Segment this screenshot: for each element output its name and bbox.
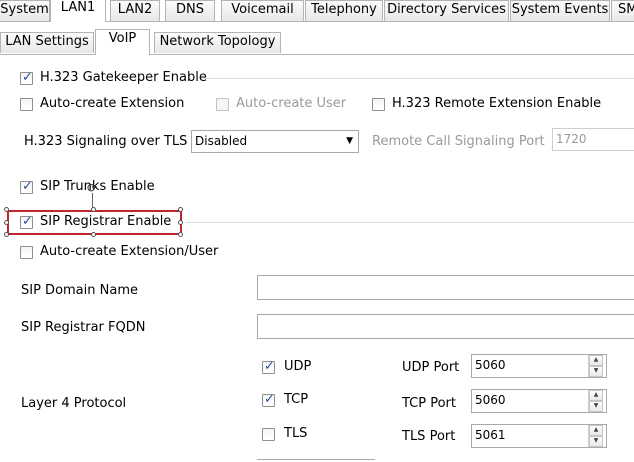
resize-handle[interactable]	[91, 232, 96, 237]
sip-registrar-checkbox[interactable]: ✓	[20, 214, 33, 229]
spin-down-icon[interactable]: ▼	[589, 366, 603, 377]
resize-handle[interactable]	[4, 232, 9, 237]
sip-domain-name-input[interactable]	[257, 275, 634, 300]
tls-port-value: 5061	[475, 428, 506, 442]
tls-port-spinner[interactable]: ▲ ▼	[588, 425, 603, 447]
tab-strip-border	[106, 21, 634, 22]
h323-remote-extension-checkbox[interactable]	[372, 98, 385, 111]
tcp-label: TCP	[284, 392, 309, 407]
check-icon: ✓	[22, 179, 33, 194]
spin-up-icon[interactable]: ▲	[589, 355, 603, 366]
sip-registrar-fqdn-input[interactable]	[257, 314, 634, 339]
tab-lan1[interactable]: LAN1	[50, 0, 106, 22]
tab-label: LAN1	[60, 0, 96, 15]
sip-domain-name-label: SIP Domain Name	[21, 283, 138, 298]
tab-label: System Events	[511, 2, 609, 17]
remote-call-signaling-port-label: Remote Call Signaling Port	[372, 134, 545, 149]
tab-voicemail[interactable]: Voicemail	[221, 0, 304, 21]
tab-sm[interactable]: SM	[611, 0, 634, 21]
tab-label: Telephony	[311, 2, 377, 17]
sub-tab-border	[0, 54, 95, 55]
udp-port-value: 5060	[475, 358, 506, 372]
tab-system-events[interactable]: System Events	[510, 0, 610, 21]
tls-port-label: TLS Port	[402, 429, 456, 444]
tab-lan2[interactable]: LAN2	[110, 0, 160, 21]
tcp-port-label: TCP Port	[402, 396, 456, 411]
spin-up-icon[interactable]: ▲	[589, 390, 603, 401]
tcp-checkbox[interactable]: ✓	[262, 392, 275, 407]
tcp-port-spinner[interactable]: ▲ ▼	[588, 390, 603, 412]
tab-label: DNS	[176, 2, 204, 17]
auto-create-extension-user-checkbox[interactable]	[20, 246, 33, 259]
udp-port-spinner[interactable]: ▲ ▼	[588, 355, 603, 377]
tab-label: System	[0, 2, 49, 17]
h323-gatekeeper-label: H.323 Gatekeeper Enable	[40, 70, 207, 85]
check-icon: ✓	[264, 359, 275, 374]
sip-trunks-label: SIP Trunks Enable	[40, 179, 155, 194]
tab-network-topology[interactable]: Network Topology	[154, 32, 281, 53]
tls-label: TLS	[284, 426, 308, 441]
auto-create-extension-checkbox[interactable]	[20, 98, 33, 111]
check-icon: ✓	[22, 70, 33, 85]
partial-field-edge	[257, 459, 375, 460]
sip-trunks-checkbox[interactable]: ✓	[20, 179, 33, 194]
layer4-protocol-label: Layer 4 Protocol	[21, 396, 127, 411]
tls-checkbox[interactable]	[262, 428, 275, 441]
auto-create-user-label: Auto-create User	[236, 96, 347, 111]
resize-handle[interactable]	[4, 207, 9, 212]
tab-system[interactable]: System	[0, 0, 50, 21]
udp-port-label: UDP Port	[402, 360, 460, 375]
tcp-port-input[interactable]: 5060	[471, 389, 607, 413]
auto-create-extension-label: Auto-create Extension	[40, 96, 185, 111]
tab-label: VoIP	[108, 31, 137, 46]
resize-handle[interactable]	[178, 232, 183, 237]
tab-directory-services[interactable]: Directory Services	[384, 0, 509, 21]
udp-port-input[interactable]: 5060	[471, 354, 607, 378]
tab-label: Directory Services	[387, 2, 506, 17]
tab-label: LAN Settings	[5, 34, 89, 49]
sip-registrar-fqdn-label: SIP Registrar FQDN	[21, 320, 146, 335]
h323-group-line	[200, 78, 634, 79]
h323-tls-select[interactable]: Disabled ▼	[191, 130, 359, 153]
caret-down-icon: ▼	[346, 136, 353, 146]
tab-telephony[interactable]: Telephony	[305, 0, 383, 21]
check-icon: ✓	[22, 214, 33, 229]
tab-dns[interactable]: DNS	[165, 0, 215, 21]
tab-voip[interactable]: VoIP	[95, 29, 150, 55]
resize-handle[interactable]	[178, 220, 183, 225]
h323-gatekeeper-checkbox[interactable]: ✓	[20, 70, 33, 85]
udp-label: UDP	[284, 359, 312, 374]
tab-label: LAN2	[117, 2, 153, 17]
h323-remote-extension-label: H.323 Remote Extension Enable	[392, 96, 602, 111]
resize-handle[interactable]	[91, 207, 96, 212]
sip-registrar-label: SIP Registrar Enable	[40, 214, 172, 229]
tls-port-input[interactable]: 5061	[471, 424, 607, 448]
spin-down-icon[interactable]: ▼	[589, 436, 603, 447]
udp-checkbox[interactable]: ✓	[262, 359, 275, 374]
tab-strip-border	[0, 21, 50, 22]
spin-down-icon[interactable]: ▼	[589, 401, 603, 412]
check-icon: ✓	[264, 392, 275, 407]
spin-up-icon[interactable]: ▲	[589, 425, 603, 436]
h323-tls-select-value: Disabled	[195, 134, 248, 148]
sub-tab-border	[150, 54, 634, 55]
tcp-port-value: 5060	[475, 393, 506, 407]
resize-handle[interactable]	[178, 207, 183, 212]
tab-label: SM	[618, 2, 634, 17]
sip-registrar-group-line	[186, 222, 634, 223]
auto-create-extension-user-label: Auto-create Extension/User	[40, 244, 219, 259]
tab-label: Voicemail	[231, 2, 294, 17]
auto-create-user-checkbox[interactable]	[216, 98, 229, 111]
tab-lan-settings[interactable]: LAN Settings	[0, 32, 94, 53]
resize-handle[interactable]	[4, 220, 9, 225]
remote-call-signaling-port-input[interactable]: 1720	[552, 128, 634, 151]
h323-tls-label: H.323 Signaling over TLS	[24, 134, 188, 149]
tab-label: Network Topology	[159, 34, 276, 49]
